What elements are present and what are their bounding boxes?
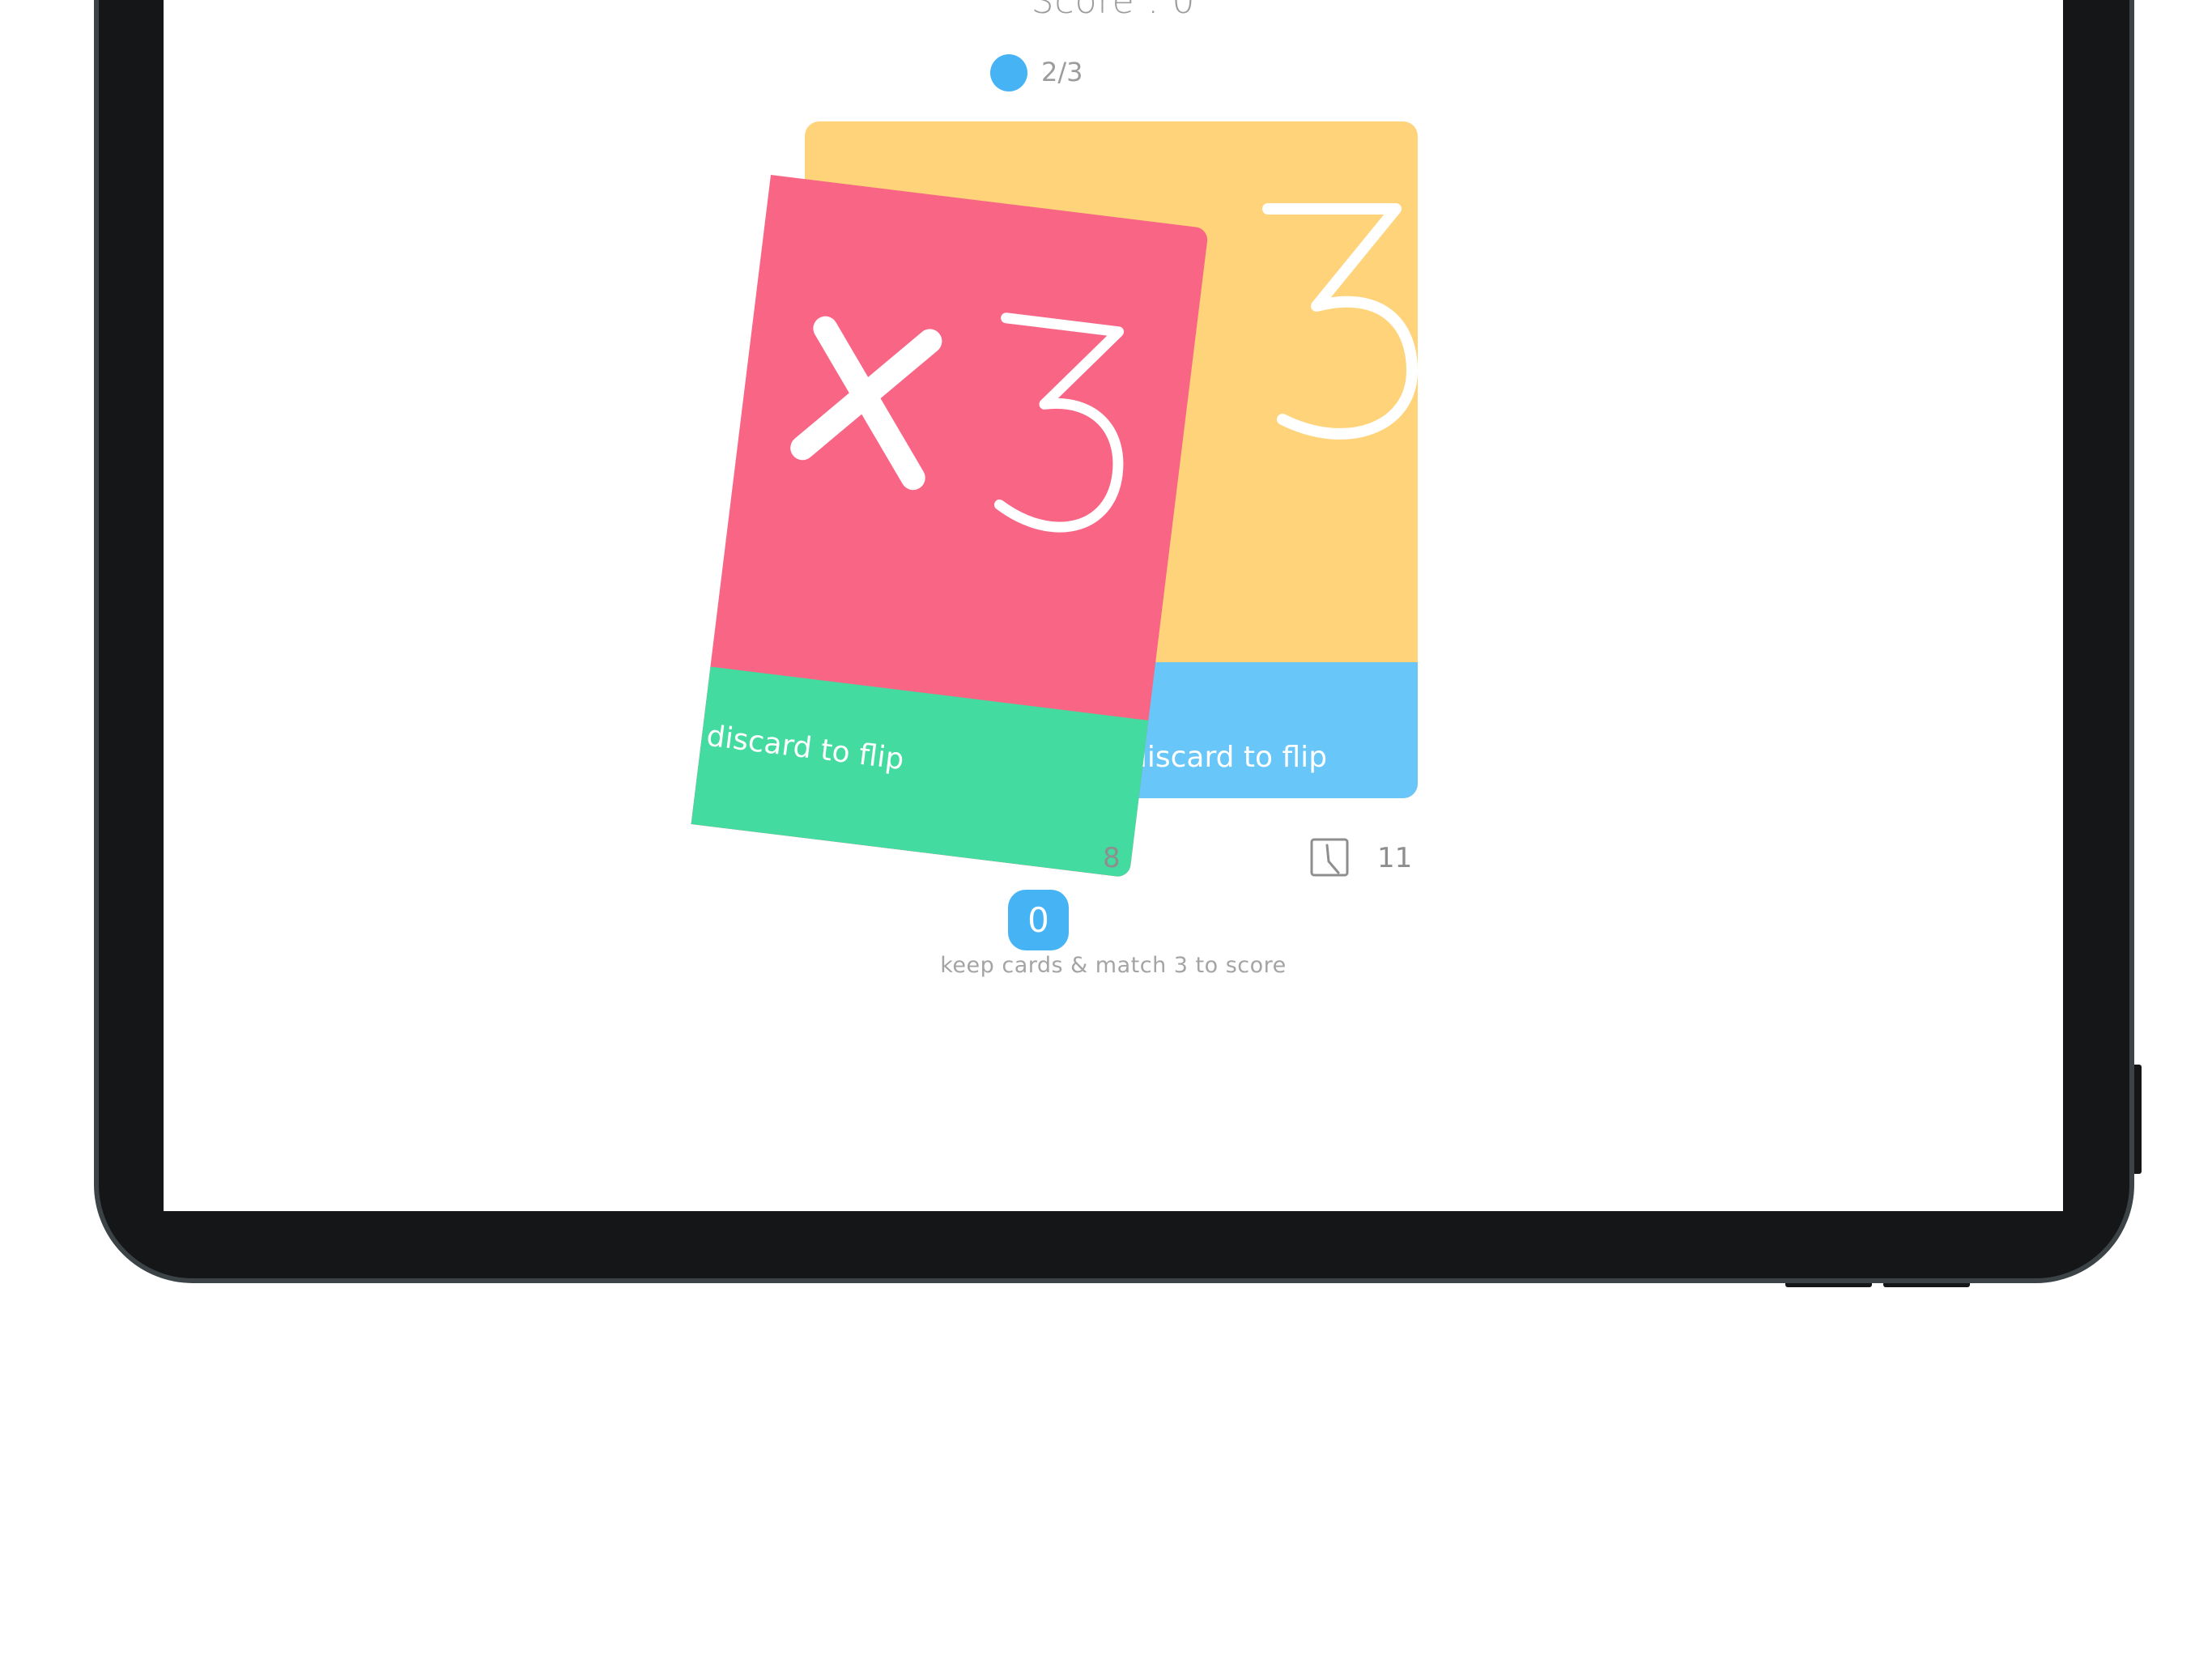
card-multiplier	[790, 312, 1125, 533]
clock-icon	[1310, 838, 1349, 877]
card-footer-label: discard to flip	[1129, 741, 1328, 774]
card-footer-label: discard to flip	[704, 719, 906, 777]
kept-cards-badge[interactable]: 0	[1008, 890, 1069, 950]
cards-remaining-count: 8	[1103, 842, 1121, 874]
card-value-number	[1262, 203, 1418, 440]
time-remaining-count: 11	[1377, 842, 1413, 874]
instruction-hint: keep cards & match 3 to score	[940, 953, 1287, 978]
progress-dot-icon	[990, 54, 1027, 91]
score-label: Score : 0	[1031, 0, 1196, 22]
progress-counter: 2/3	[1041, 57, 1083, 87]
game-screen: Score : 0 2/3 discard to flip discard to…	[164, 0, 2063, 1211]
device-stage: Score : 0 2/3 discard to flip discard to…	[0, 0, 2212, 1658]
device-side-button	[2134, 1065, 2142, 1174]
card-footer: discard to flip	[691, 666, 1149, 878]
current-card[interactable]: discard to flip	[691, 175, 1209, 878]
